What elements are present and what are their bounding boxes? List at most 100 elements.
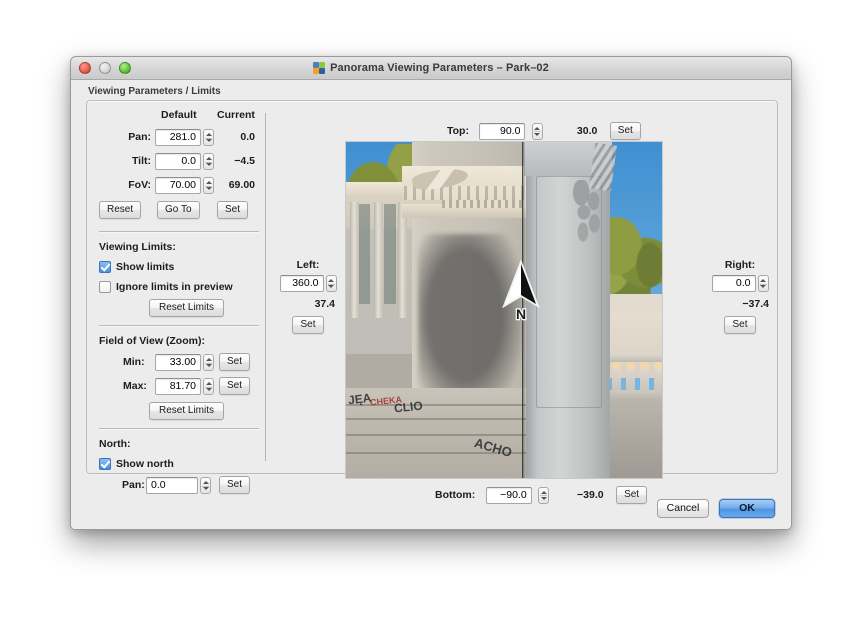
bottom-limit-input[interactable]: −90.0: [485, 486, 532, 504]
reset-limits-row-2: Reset Limits: [99, 402, 259, 424]
show-limits-checkbox[interactable]: [99, 260, 111, 273]
parameter-buttons-row: Reset Go To Set: [99, 201, 259, 227]
north-title: North:: [99, 438, 131, 450]
fov-min-set-button[interactable]: Set: [219, 353, 251, 371]
cancel-button[interactable]: Cancel: [657, 499, 709, 518]
top-limit-label: Top:: [447, 125, 469, 137]
ok-button[interactable]: OK: [719, 499, 775, 518]
pan-default-input[interactable]: 281.0: [155, 129, 201, 146]
fov-max-label: Max:: [123, 380, 147, 392]
colonnade-gap-2: [384, 204, 396, 304]
right-limit-current: −37.4: [742, 298, 769, 310]
step-line-2: [346, 418, 536, 420]
north-pan-stepper[interactable]: [200, 477, 211, 494]
north-pan-label: Pan:: [122, 479, 145, 491]
colonnade-pillar-2: [374, 202, 383, 318]
left-controls-column: Default Current Pan: 281.0 0.0 Tilt: 0.0…: [99, 109, 259, 499]
svg-text:N: N: [516, 306, 526, 322]
fov-max-input[interactable]: 81.70: [155, 378, 201, 395]
viewing-parameters-groupbox: Default Current Pan: 281.0 0.0 Tilt: 0.0…: [86, 100, 778, 504]
separator-1: [99, 231, 259, 232]
show-north-checkbox[interactable]: [99, 457, 111, 470]
ignore-limits-row[interactable]: Ignore limits in preview: [99, 278, 259, 295]
right-limit-input[interactable]: 0.0: [711, 275, 756, 292]
left-limit-stepper[interactable]: [325, 275, 337, 292]
graffiti-3: CLIO: [393, 398, 424, 416]
tilt-row: Tilt: 0.0 −4.5: [99, 151, 259, 175]
fov-current-value: 69.00: [228, 179, 255, 191]
dialog-footer: Cancel OK: [657, 499, 775, 518]
bottom-limit-current: −39.0: [577, 489, 604, 501]
baluster-1: [612, 362, 621, 392]
left-limit-set-button[interactable]: Set: [292, 316, 324, 334]
show-north-row[interactable]: Show north: [99, 455, 259, 472]
bottom-limit-set-button[interactable]: Set: [616, 486, 648, 504]
bottom-limit-label: Bottom:: [435, 489, 476, 501]
tilt-stepper[interactable]: [203, 153, 214, 170]
reset-limits-button-1[interactable]: Reset Limits: [149, 299, 225, 317]
show-north-label: Show north: [116, 457, 174, 470]
left-limit-controls: Left: 360.0 37.4 Set: [277, 259, 339, 334]
north-pan-row: Pan: 0.0 Set: [99, 475, 259, 499]
north-arrow-icon: N: [498, 260, 544, 322]
ignore-limits-checkbox[interactable]: [99, 280, 111, 293]
tilt-default-input[interactable]: 0.0: [155, 153, 201, 170]
right-limit-set-button[interactable]: Set: [724, 316, 756, 334]
ground-right: [608, 400, 662, 478]
pan-row: Pan: 281.0 0.0: [99, 127, 259, 151]
baluster-3: [640, 362, 649, 392]
show-limits-label: Show limits: [116, 260, 175, 273]
fov-row: FoV: 70.00 69.00: [99, 175, 259, 199]
left-limit-field-row: 360.0: [277, 275, 339, 292]
north-pan-set-button[interactable]: Set: [219, 476, 251, 494]
column-headers: Default Current: [99, 109, 259, 127]
top-limit-set-button[interactable]: Set: [609, 122, 641, 140]
vertical-divider: [265, 113, 266, 461]
show-limits-row[interactable]: Show limits: [99, 258, 259, 275]
top-limit-input[interactable]: 90.0: [479, 122, 526, 140]
bottom-limit-stepper[interactable]: [538, 486, 550, 504]
panorama-preview[interactable]: JĘA CHEKA CLIO ACHO N: [345, 141, 663, 479]
reset-button[interactable]: Reset: [99, 201, 142, 219]
window-body: Viewing Parameters / Limits Default Curr…: [71, 80, 791, 529]
set-parameters-button[interactable]: Set: [217, 201, 249, 219]
go-to-button[interactable]: Go To: [157, 201, 200, 219]
fov-label: FoV:: [128, 179, 151, 191]
separator-2: [99, 325, 259, 326]
step-line-3: [346, 434, 536, 436]
left-limit-current: 37.4: [314, 298, 335, 310]
header-default: Default: [161, 109, 197, 121]
balustrade-rail: [608, 354, 662, 362]
north-pan-input[interactable]: 0.0: [146, 477, 198, 494]
reset-limits-button-2[interactable]: Reset Limits: [149, 402, 225, 420]
top-limit-current: 30.0: [576, 125, 598, 137]
pan-stepper[interactable]: [203, 129, 214, 146]
tilt-current-value: −4.5: [234, 155, 255, 167]
window-title-group: Panorama Viewing Parameters – Park–02: [71, 57, 791, 79]
panorama-app-icon: [313, 62, 326, 74]
tree-right-far: [630, 238, 662, 298]
tilt-label: Tilt:: [131, 155, 151, 167]
bottom-limit-controls: Bottom: −90.0 −39.0 Set: [435, 486, 648, 504]
pan-current-value: 0.0: [240, 131, 255, 143]
separator-3: [99, 428, 259, 429]
fov-min-label: Min:: [123, 356, 145, 368]
window-title: Panorama Viewing Parameters – Park–02: [330, 62, 549, 74]
right-limit-field-row: 0.0: [707, 275, 773, 292]
left-limit-label: Left:: [296, 259, 320, 271]
panorama-parameters-window: Panorama Viewing Parameters – Park–02 Vi…: [70, 56, 792, 530]
right-limit-stepper[interactable]: [757, 275, 769, 292]
fov-min-stepper[interactable]: [203, 354, 214, 371]
fov-max-set-button[interactable]: Set: [219, 377, 251, 395]
fov-max-stepper[interactable]: [203, 378, 214, 395]
window-titlebar: Panorama Viewing Parameters – Park–02: [71, 57, 791, 80]
left-limit-input[interactable]: 360.0: [279, 275, 324, 292]
fov-min-row: Min: 33.00 Set: [99, 352, 259, 376]
fov-stepper[interactable]: [203, 177, 214, 194]
reset-limits-row-1: Reset Limits: [99, 299, 259, 321]
pan-label: Pan:: [128, 131, 151, 143]
top-limit-stepper[interactable]: [531, 122, 543, 140]
fov-default-input[interactable]: 70.00: [155, 177, 201, 194]
fov-min-input[interactable]: 33.00: [155, 354, 201, 371]
top-limit-controls: Top: 90.0 30.0 Set: [447, 122, 641, 140]
